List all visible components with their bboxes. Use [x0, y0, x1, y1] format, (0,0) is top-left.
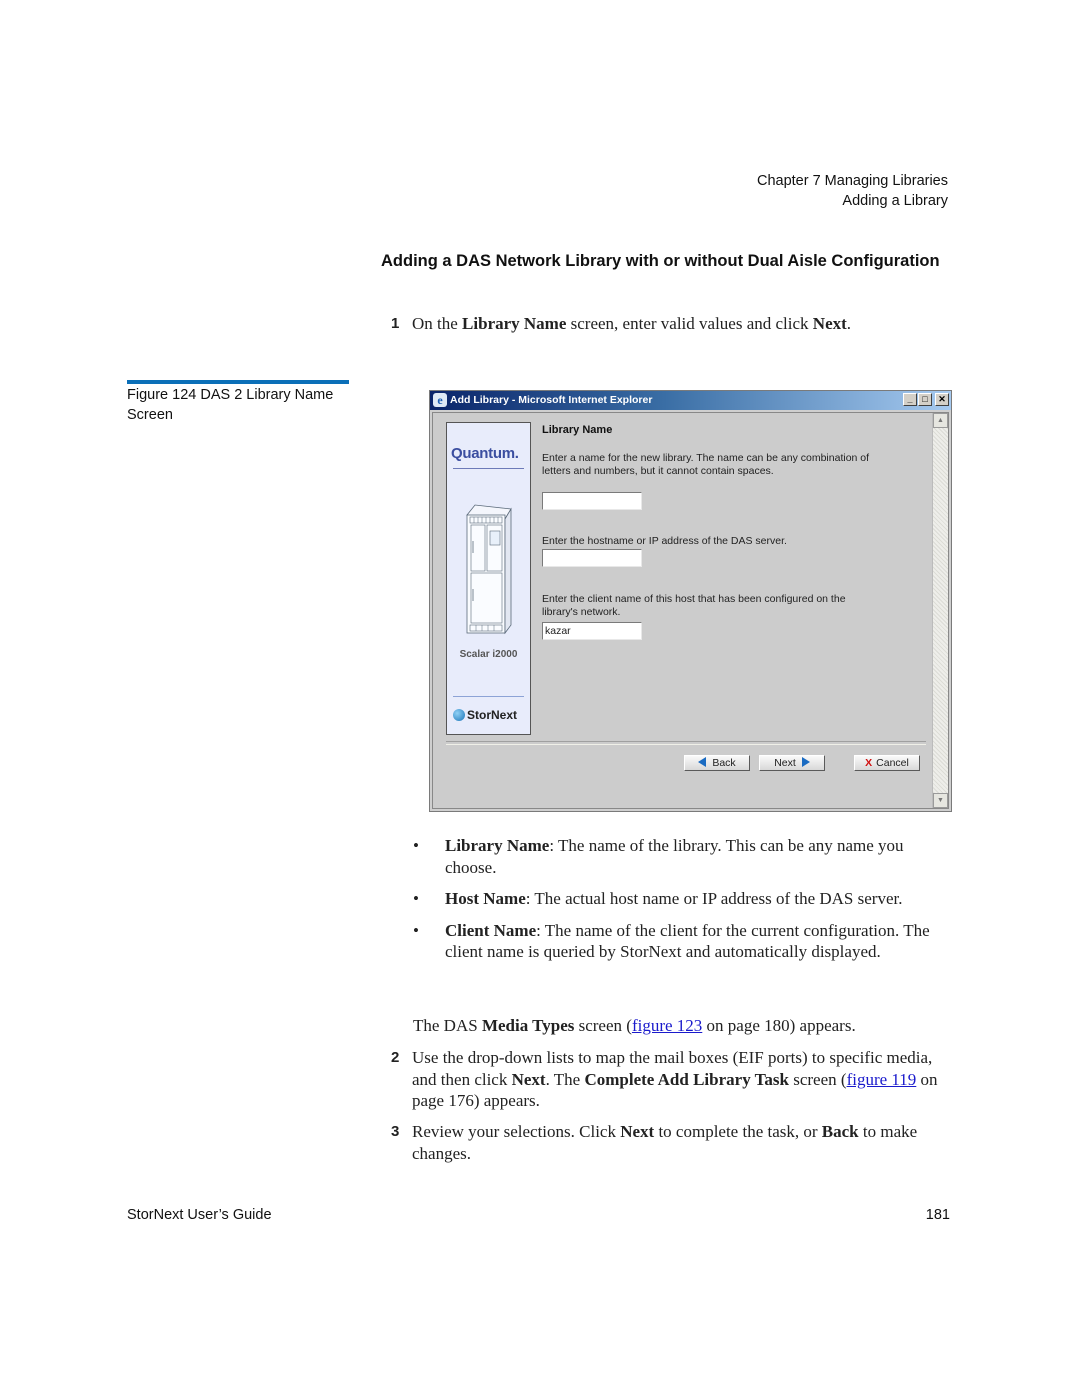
- stornext-logo-text: StorNext: [467, 708, 518, 722]
- cancel-x-icon: X: [865, 757, 873, 769]
- back-arrow-icon: [698, 757, 707, 767]
- figure-123-link[interactable]: figure 123: [632, 1016, 702, 1035]
- section-title: Adding a DAS Network Library with or wit…: [381, 252, 940, 270]
- back-button[interactable]: Back: [684, 755, 750, 771]
- step-3: 3 Review your selections. Click Next to …: [391, 1121, 951, 1165]
- side-panel: Quantum. Scalar i2000 StorNext: [446, 422, 531, 735]
- keyword-next: Next: [620, 1122, 655, 1141]
- bullet-item: • Host Name: The actual host name or IP …: [413, 888, 938, 910]
- step-1: 1 On the Library Name screen, enter vali…: [391, 313, 951, 335]
- vertical-scrollbar[interactable]: ▲ ▼: [932, 413, 948, 808]
- scroll-down-button[interactable]: ▼: [933, 793, 948, 808]
- keyword-next: Next: [812, 314, 847, 333]
- divider: [453, 468, 524, 469]
- text: . The: [545, 1069, 585, 1089]
- footer-guide-title: StorNext User’s Guide: [127, 1207, 272, 1223]
- product-name: Scalar i2000: [459, 649, 518, 660]
- cancel-button[interactable]: X Cancel: [854, 755, 920, 771]
- step-text: Use the drop-down lists to map the mail …: [412, 1047, 952, 1112]
- next-arrow-icon: [801, 757, 810, 767]
- minimize-button[interactable]: _: [903, 393, 917, 406]
- running-head-section: Adding a Library: [842, 192, 948, 209]
- scroll-up-button[interactable]: ▲: [933, 413, 948, 428]
- client-label: Enter the client name of this host that …: [542, 593, 846, 618]
- text: to complete the task, or: [654, 1122, 822, 1141]
- title-bar[interactable]: e Add Library - Microsoft Internet Explo…: [430, 391, 951, 410]
- keyword-library-name: Library Name: [462, 314, 567, 333]
- step-text: On the Library Name screen, enter valid …: [412, 313, 952, 335]
- client-name-input[interactable]: [542, 622, 642, 640]
- text: .: [846, 314, 852, 333]
- bullet-term: Client Name: [445, 920, 537, 940]
- step-number: 2: [391, 1049, 400, 1066]
- text: screen, enter valid values and click: [566, 314, 813, 333]
- field-descriptions: • Library Name: The name of the library.…: [413, 835, 938, 973]
- cancel-label: Cancel: [876, 757, 909, 769]
- keyword-back: Back: [821, 1122, 859, 1141]
- text: screen (: [788, 1069, 847, 1089]
- host-label: Enter the hostname or IP address of the …: [542, 535, 787, 547]
- maximize-button[interactable]: □: [918, 393, 932, 406]
- figure-caption: Figure 124 DAS 2 Library Name Screen: [127, 387, 334, 423]
- step-2: 2 Use the drop-down lists to map the mai…: [391, 1047, 951, 1113]
- running-head: Chapter 7 Managing Libraries Adding a Li…: [757, 172, 948, 211]
- quantum-logo: Quantum.: [451, 445, 519, 462]
- text: on page 180) appears.: [702, 1016, 856, 1035]
- bullet-term: Host Name: [445, 889, 526, 908]
- window-client-area: Quantum. Scalar i2000 StorNext Library N…: [432, 412, 949, 809]
- media-types-paragraph: The DAS Media Types screen (figure 123 o…: [413, 1015, 953, 1037]
- footer-page-number: 181: [925, 1207, 950, 1223]
- window-title: Add Library - Microsoft Internet Explore…: [450, 394, 653, 406]
- step-text: Review your selections. Click Next to co…: [412, 1121, 952, 1164]
- keyword-next: Next: [511, 1069, 546, 1089]
- library-name-label: Enter a name for the new library. The na…: [542, 452, 870, 477]
- scalar-i2000-device-icon: [466, 504, 512, 635]
- internet-explorer-icon: e: [433, 393, 447, 407]
- bullet-term: Library Name: [445, 836, 550, 855]
- host-input[interactable]: [542, 549, 642, 567]
- library-name-input[interactable]: [542, 492, 642, 510]
- step-number: 1: [391, 315, 400, 332]
- keyword-media-types: Media Types: [481, 1016, 575, 1035]
- stornext-logo: StorNext: [453, 708, 517, 722]
- keyword-complete-add-library-task: Complete Add Library Task: [584, 1069, 789, 1089]
- text: On the: [412, 314, 463, 333]
- bullet-text: : The actual host name or IP address of …: [525, 889, 903, 908]
- bullet-icon: •: [413, 889, 419, 908]
- step-number: 3: [391, 1123, 400, 1140]
- stornext-globe-icon: [453, 709, 465, 721]
- divider: [453, 696, 524, 697]
- next-button[interactable]: Next: [759, 755, 825, 771]
- close-button[interactable]: ✕: [935, 393, 949, 406]
- running-head-chapter: Chapter 7 Managing Libraries: [756, 173, 948, 189]
- bullet-icon: •: [413, 920, 419, 940]
- divider: [446, 741, 926, 745]
- form-heading: Library Name: [542, 424, 613, 436]
- text: screen (: [574, 1016, 632, 1035]
- ie-window: e Add Library - Microsoft Internet Explo…: [429, 390, 952, 812]
- figure-119-link[interactable]: figure 119: [847, 1070, 917, 1089]
- text: Review your selections. Click: [412, 1122, 621, 1141]
- back-label: Back: [712, 757, 736, 769]
- bullet-item: • Library Name: The name of the library.…: [413, 835, 938, 878]
- bullet-icon: •: [413, 836, 419, 855]
- next-label: Next: [774, 757, 796, 769]
- figure-rule: [127, 380, 349, 384]
- bullet-item: • Client Name: The name of the client fo…: [413, 920, 938, 963]
- text: The DAS: [413, 1016, 482, 1035]
